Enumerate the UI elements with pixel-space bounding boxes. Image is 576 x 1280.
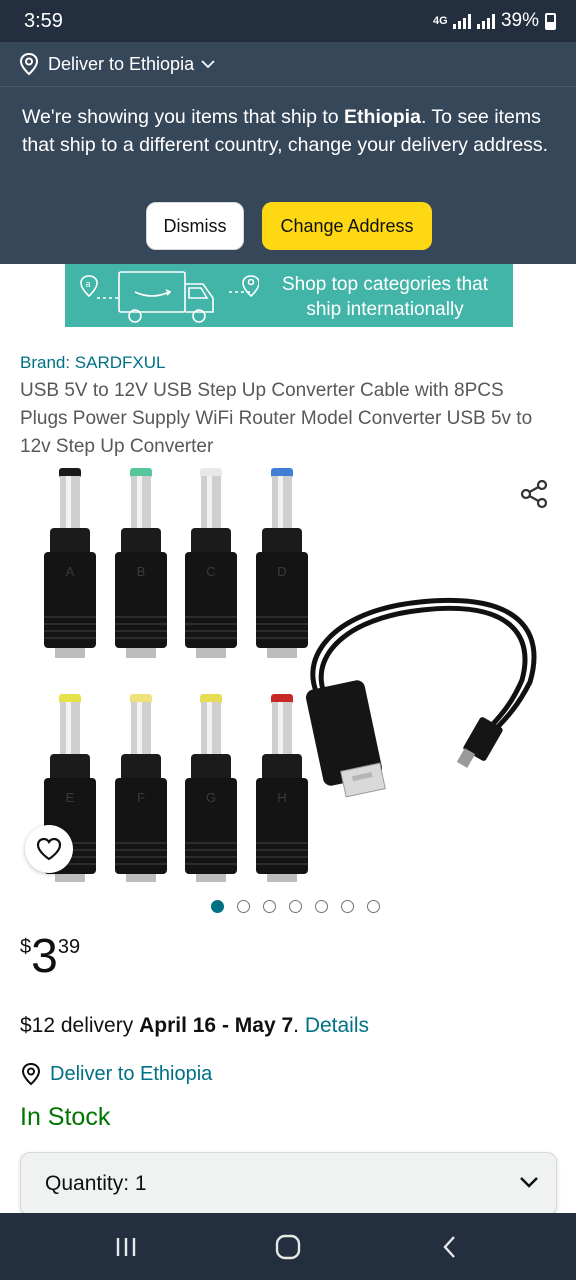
delivery-dates: April 16 - May 7 [139, 1014, 294, 1037]
status-time: 3:59 [24, 10, 63, 32]
price-whole: 3 [31, 930, 58, 983]
price: $ 3 39 [20, 930, 80, 984]
deliver-to-label: Deliver to Ethiopia [48, 53, 195, 74]
back-button[interactable] [430, 1233, 470, 1261]
plug-adapter-c: C [185, 468, 237, 658]
price-fraction: 39 [57, 936, 81, 958]
carousel-dot[interactable] [340, 900, 354, 913]
shipping-notice-text: We're showing you items that ship to Eth… [22, 106, 549, 156]
carousel-dot[interactable] [236, 900, 250, 913]
plug-adapter-f: F [115, 694, 167, 882]
change-address-button[interactable]: Change Address [262, 202, 432, 250]
recent-apps-button[interactable] [106, 1233, 146, 1261]
quantity-select[interactable]: Quantity: 1 [20, 1152, 557, 1216]
usb-cable-illustration [305, 598, 537, 798]
share-icon[interactable] [518, 478, 550, 510]
quantity-label: Quantity: 1 [45, 1172, 147, 1195]
plug-adapter-h: H [256, 694, 308, 882]
carousel-dot[interactable] [210, 900, 224, 913]
battery-icon [545, 12, 556, 30]
delivery-info: $12 delivery April 16 - May 7. Details [20, 1014, 370, 1037]
home-button[interactable] [268, 1233, 308, 1261]
product-title: USB 5V to 12V USB Step Up Converter Cabl… [20, 380, 533, 457]
promo-text: Shop top categories that ship internatio… [282, 274, 488, 320]
carousel-dot[interactable] [262, 900, 276, 913]
back-icon [443, 1236, 455, 1258]
heart-icon [36, 837, 62, 861]
system-nav-bar [0, 1213, 576, 1280]
status-bar: 3:59 4G 39% [0, 0, 576, 42]
svg-text:E: E [66, 790, 75, 805]
svg-text:a: a [86, 279, 91, 289]
brand-link[interactable]: Brand: SARDFXUL [20, 353, 166, 373]
chevron-down-icon [520, 1177, 538, 1188]
stock-status: In Stock [20, 1103, 111, 1131]
battery-percent: 39% [500, 10, 539, 31]
deliver-to-bar[interactable]: Deliver to Ethiopia [0, 42, 576, 86]
wishlist-button[interactable] [25, 825, 73, 873]
location-pin-icon [19, 52, 39, 76]
price-symbol: $ [20, 936, 32, 958]
chevron-down-icon [201, 60, 215, 69]
plug-adapter-a: A [44, 468, 96, 658]
delivery-details-link[interactable]: Details [305, 1014, 369, 1037]
svg-text:F: F [137, 790, 145, 805]
image-carousel-dots [0, 900, 576, 913]
plug-adapter-b: B [115, 468, 167, 658]
plug-adapter-d: D [256, 468, 308, 658]
signal-icon [452, 13, 471, 29]
svg-text:B: B [137, 564, 146, 579]
svg-text:A: A [66, 564, 75, 579]
deliver-to-link[interactable]: Deliver to Ethiopia [20, 1062, 212, 1086]
home-icon [275, 1234, 301, 1260]
dismiss-button[interactable]: Dismiss [146, 202, 244, 250]
recent-apps-icon [116, 1238, 136, 1256]
signal-icon-2 [476, 13, 495, 29]
deliver-to-text: Deliver to Ethiopia [50, 1062, 213, 1085]
svg-text:D: D [277, 564, 286, 579]
international-shipping-promo[interactable]: a Shop top categories that ship internat… [65, 264, 513, 327]
delivery-truck-icon: a [80, 271, 259, 323]
carousel-dot[interactable] [288, 900, 302, 913]
network-type-icon: 4G [432, 15, 448, 27]
svg-text:G: G [206, 790, 216, 805]
carousel-dot[interactable] [366, 900, 380, 913]
status-indicators: 4G 39% [433, 10, 556, 32]
plug-adapter-g: G [185, 694, 237, 882]
carousel-dot[interactable] [314, 900, 328, 913]
shipping-notice-banner: We're showing you items that ship to Eth… [0, 86, 576, 264]
product-image[interactable]: A B C D E F G H [0, 462, 576, 882]
location-pin-icon [21, 1062, 41, 1086]
svg-text:H: H [277, 790, 286, 805]
svg-text:C: C [206, 564, 215, 579]
